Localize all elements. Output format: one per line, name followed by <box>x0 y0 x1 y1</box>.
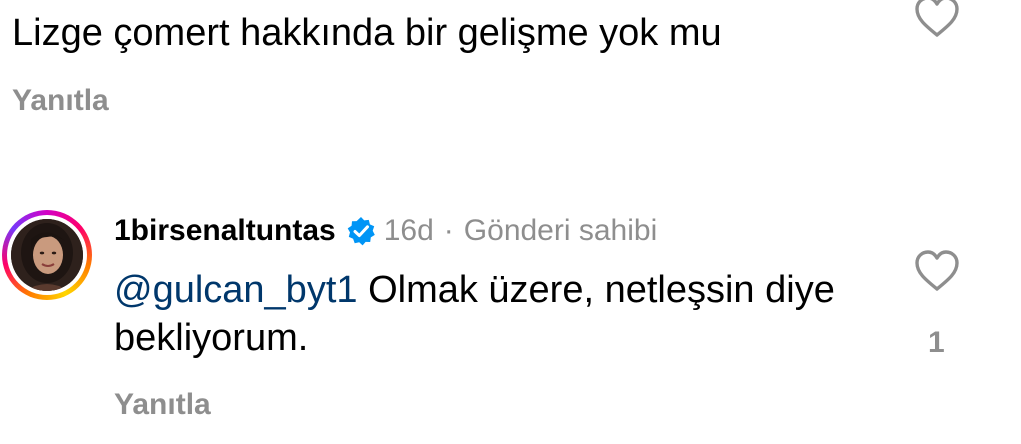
heart-icon[interactable] <box>914 0 960 38</box>
heart-icon[interactable] <box>914 250 960 292</box>
reply-button[interactable]: Yanıtla <box>114 388 211 422</box>
mention-link[interactable]: @gulcan_byt1 <box>114 269 358 311</box>
avatar-image <box>11 219 83 291</box>
like-count[interactable]: 1 <box>928 326 945 360</box>
avatar-border <box>7 215 87 295</box>
comment-header: 1birsenaltuntas 16d · Gönderi sahibi <box>114 210 657 252</box>
verified-badge-icon <box>346 216 376 246</box>
reply-button[interactable]: Yanıtla <box>12 84 109 118</box>
author-badge: Gönderi sahibi <box>463 214 658 247</box>
separator: · <box>443 214 454 247</box>
avatar[interactable] <box>2 210 92 300</box>
comment-text: @gulcan_byt1 Olmak üzere, netleşsin diye… <box>114 266 874 362</box>
comment-time: 16d <box>383 214 434 247</box>
comment-text: Lizge çomert hakkında bir gelişme yok mu <box>12 12 722 54</box>
username[interactable]: 1birsenaltuntas <box>114 214 336 248</box>
